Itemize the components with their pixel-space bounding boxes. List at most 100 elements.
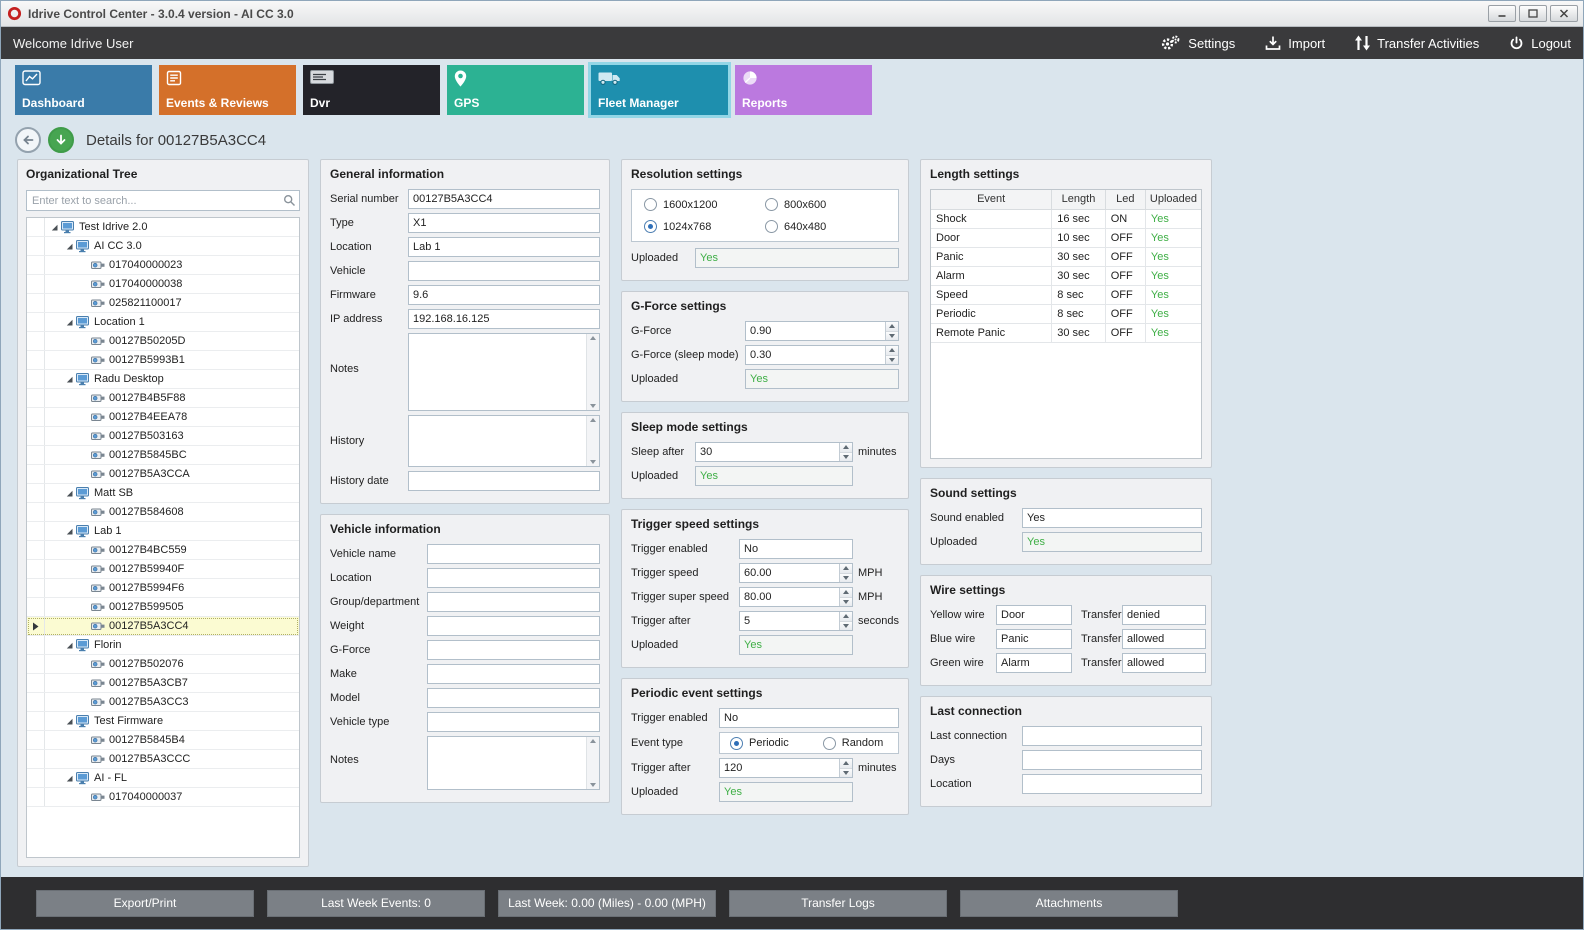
length-column-header-led[interactable]: Led: [1105, 190, 1145, 209]
vehicle-notes-textarea[interactable]: [427, 736, 600, 790]
trigger-after-input[interactable]: [739, 611, 853, 631]
trigger-super-speed-input[interactable]: [739, 587, 853, 607]
spinner[interactable]: [839, 564, 852, 582]
toolbar-action-logout[interactable]: Logout: [1509, 36, 1571, 51]
periodic-trigger-after-input[interactable]: [719, 758, 853, 778]
tree-item-00127b5a3cca[interactable]: 00127B5A3CCA: [27, 465, 299, 484]
resolution-option-640x480[interactable]: 640x480: [765, 220, 886, 233]
tree-item-00127b4eea78[interactable]: 00127B4EEA78: [27, 408, 299, 427]
spinner[interactable]: [839, 759, 852, 777]
sleep-after-input[interactable]: [695, 442, 853, 462]
scroll-down-button[interactable]: [48, 127, 74, 153]
spinner[interactable]: [839, 612, 852, 630]
minimize-button[interactable]: [1488, 5, 1516, 22]
toolbar-action-settings[interactable]: Settings: [1160, 35, 1235, 52]
tree-item-radu-desktop[interactable]: Radu Desktop: [27, 370, 299, 389]
green-wire-input[interactable]: [996, 653, 1072, 673]
weight-input[interactable]: [427, 616, 600, 636]
length-column-header-length[interactable]: Length: [1052, 190, 1105, 209]
tree-item-lab-1[interactable]: Lab 1: [27, 522, 299, 541]
trigger-speed-input[interactable]: [739, 563, 853, 583]
bottom-button-last-week-events-0[interactable]: Last Week Events: 0: [267, 890, 485, 917]
green-wire-transfer-input[interactable]: [1122, 653, 1206, 673]
tab-events-reviews[interactable]: Events & Reviews: [159, 65, 296, 115]
blue-wire-input[interactable]: [996, 629, 1072, 649]
event-type-option-random[interactable]: Random: [823, 737, 884, 750]
firmware-input[interactable]: [408, 285, 600, 305]
ip-address-input[interactable]: [408, 309, 600, 329]
tree-expand-arrow-icon[interactable]: [63, 641, 75, 650]
resolution-option-800x600[interactable]: 800x600: [765, 198, 886, 211]
maximize-button[interactable]: [1519, 5, 1547, 22]
model-input[interactable]: [427, 688, 600, 708]
tree-item-00127b5845bc[interactable]: 00127B5845BC: [27, 446, 299, 465]
vehicle-gforce-input[interactable]: [427, 640, 600, 660]
tree-item-ai-cc-3-0[interactable]: AI CC 3.0: [27, 237, 299, 256]
resolution-option-1600x1200[interactable]: 1600x1200: [644, 198, 765, 211]
tree-item-florin[interactable]: Florin: [27, 636, 299, 655]
tree-item-00127b5a3cc3[interactable]: 00127B5A3CC3: [27, 693, 299, 712]
gforce-input[interactable]: [745, 321, 899, 341]
tree-item-00127b5a3cb7[interactable]: 00127B5A3CB7: [27, 674, 299, 693]
search-icon[interactable]: [283, 194, 296, 210]
spinner[interactable]: [885, 346, 898, 364]
length-row-door[interactable]: Door10 secOFFYes: [931, 228, 1201, 247]
blue-wire-transfer-input[interactable]: [1122, 629, 1206, 649]
tab-dashboard[interactable]: Dashboard: [15, 65, 152, 115]
length-row-periodic[interactable]: Periodic8 secOFFYes: [931, 304, 1201, 323]
tree-search-input[interactable]: [26, 190, 300, 211]
toolbar-action-import[interactable]: Import: [1265, 35, 1325, 51]
make-input[interactable]: [427, 664, 600, 684]
tab-fleet-manager[interactable]: Fleet Manager: [591, 65, 728, 115]
bottom-button-export-print[interactable]: Export/Print: [36, 890, 254, 917]
serial-number-input[interactable]: [408, 189, 600, 209]
length-row-panic[interactable]: Panic30 secOFFYes: [931, 247, 1201, 266]
bottom-button-last-week-0-00-miles-0-00-mph[interactable]: Last Week: 0.00 (Miles) - 0.00 (MPH): [498, 890, 716, 917]
length-row-speed[interactable]: Speed8 secOFFYes: [931, 285, 1201, 304]
tree-item-00127b5845b4[interactable]: 00127B5845B4: [27, 731, 299, 750]
tree-expand-arrow-icon[interactable]: [63, 774, 75, 783]
spinner[interactable]: [885, 322, 898, 340]
vehicle-name-input[interactable]: [427, 544, 600, 564]
resolution-option-1024x768[interactable]: 1024x768: [644, 220, 765, 233]
tree-expand-arrow-icon[interactable]: [48, 223, 60, 232]
tree-item-ai-fl[interactable]: AI - FL: [27, 769, 299, 788]
length-row-alarm[interactable]: Alarm30 secOFFYes: [931, 266, 1201, 285]
close-button[interactable]: [1550, 5, 1578, 22]
tree-expand-arrow-icon[interactable]: [63, 375, 75, 384]
tree-item-017040000037[interactable]: 017040000037: [27, 788, 299, 807]
history-textarea[interactable]: [408, 415, 600, 467]
bottom-button-transfer-logs[interactable]: Transfer Logs: [729, 890, 947, 917]
sound-enabled-input[interactable]: [1022, 508, 1202, 528]
tree-item-test-idrive-2-0[interactable]: Test Idrive 2.0: [27, 218, 299, 237]
tree-item-00127b502076[interactable]: 00127B502076: [27, 655, 299, 674]
length-row-shock[interactable]: Shock16 secONYes: [931, 209, 1201, 228]
length-column-header-event[interactable]: Event: [931, 190, 1052, 209]
textarea-scrollbar[interactable]: [586, 334, 599, 410]
tree-item-00127b5a3ccc[interactable]: 00127B5A3CCC: [27, 750, 299, 769]
tree-item-00127b4b5f88[interactable]: 00127B4B5F88: [27, 389, 299, 408]
type-input[interactable]: [408, 213, 600, 233]
tree-item-00127b59940f[interactable]: 00127B59940F: [27, 560, 299, 579]
last-connection-input[interactable]: [1022, 726, 1202, 746]
yellow-wire-transfer-input[interactable]: [1122, 605, 1206, 625]
tree-item-location-1[interactable]: Location 1: [27, 313, 299, 332]
tab-reports[interactable]: Reports: [735, 65, 872, 115]
tree-item-017040000038[interactable]: 017040000038: [27, 275, 299, 294]
notes-textarea[interactable]: [408, 333, 600, 411]
vehicle-location-input[interactable]: [427, 568, 600, 588]
last-location-input[interactable]: [1022, 774, 1202, 794]
textarea-scrollbar[interactable]: [586, 416, 599, 466]
tree-item-00127b584608[interactable]: 00127B584608: [27, 503, 299, 522]
tree-item-00127b50205d[interactable]: 00127B50205D: [27, 332, 299, 351]
tree-expand-arrow-icon[interactable]: [63, 717, 75, 726]
length-row-remote-panic[interactable]: Remote Panic30 secOFFYes: [931, 323, 1201, 342]
spinner[interactable]: [839, 443, 852, 461]
bottom-button-attachments[interactable]: Attachments: [960, 890, 1178, 917]
yellow-wire-input[interactable]: [996, 605, 1072, 625]
days-input[interactable]: [1022, 750, 1202, 770]
vehicle-type-input[interactable]: [427, 712, 600, 732]
tree-item-00127b5993b1[interactable]: 00127B5993B1: [27, 351, 299, 370]
tree-expand-arrow-icon[interactable]: [63, 318, 75, 327]
group-department-input[interactable]: [427, 592, 600, 612]
